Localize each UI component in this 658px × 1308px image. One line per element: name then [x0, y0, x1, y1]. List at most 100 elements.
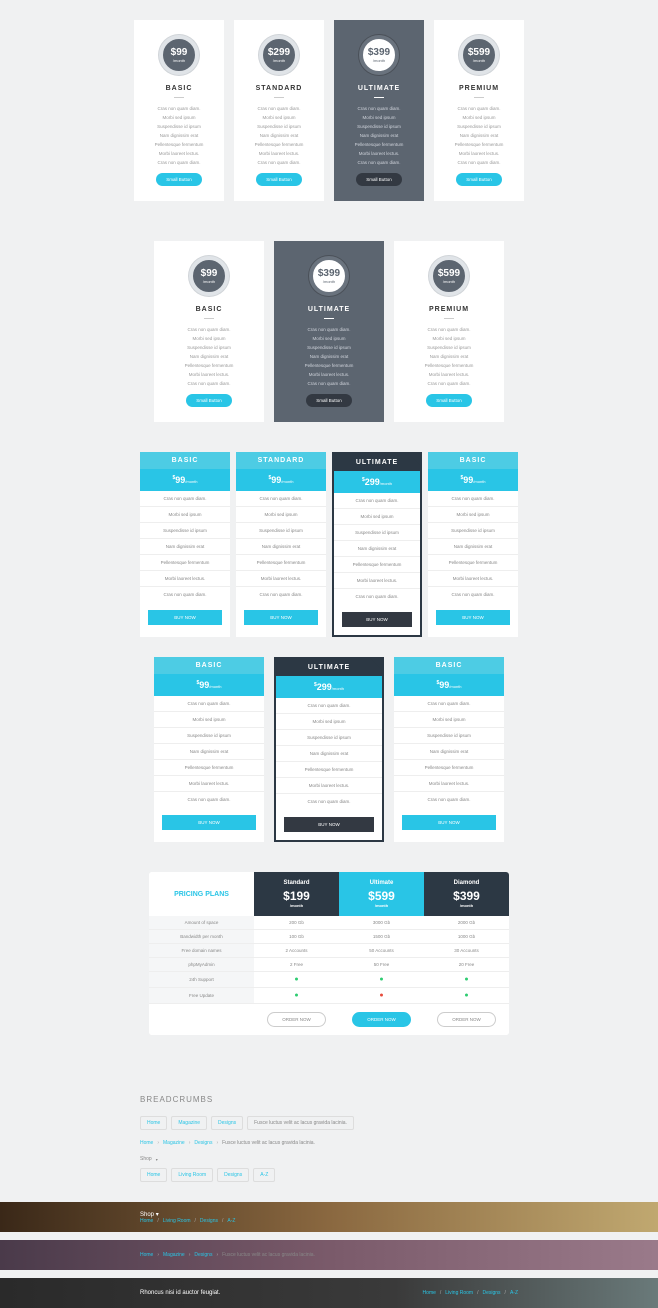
hero-label: Shop ▾	[140, 1211, 159, 1218]
small-button[interactable]: Small Button	[456, 173, 502, 186]
buy-button[interactable]: BUY NOW	[342, 612, 412, 627]
feature-item: Suspendisse id ipsum	[276, 730, 382, 746]
small-button[interactable]: Small Button	[256, 173, 302, 186]
breadcrumb-item[interactable]: Magazine	[163, 1252, 185, 1258]
feature-value: ●	[254, 972, 339, 988]
pricing-table: PRICING PLANS Standard$199/month Ultimat…	[149, 872, 509, 1035]
breadcrumb-label: Shop	[140, 1156, 152, 1162]
price: $99	[193, 268, 225, 279]
breadcrumb-item[interactable]: Designs	[211, 1116, 243, 1130]
buy-button[interactable]: BUY NOW	[436, 610, 510, 625]
feature-item: Morbi sed ipsum	[242, 115, 316, 120]
feature-item: Pellentesque fermentum	[142, 142, 216, 147]
feature-item: Cras non quam diam.	[428, 587, 518, 602]
price-bar: $99/month	[236, 469, 326, 491]
feature-item: Morbi sed ipsum	[282, 336, 376, 341]
breadcrumb-item[interactable]: Home	[423, 1290, 436, 1296]
breadcrumb-item[interactable]: A-Z	[510, 1290, 518, 1296]
breadcrumb-item[interactable]: Home	[140, 1168, 167, 1182]
feature-item: Cras non quam diam.	[442, 160, 516, 165]
breadcrumb-item[interactable]: Magazine	[171, 1116, 207, 1130]
pricing-card: ULTIMATE $299/month Cras non quam diam.M…	[274, 657, 384, 842]
chevron-icon: /	[440, 1290, 441, 1296]
breadcrumb-item[interactable]: Designs	[194, 1252, 212, 1258]
breadcrumb-item[interactable]: Living Room	[163, 1218, 191, 1224]
feature-item: Suspendisse id ipsum	[242, 124, 316, 129]
hero-text: Rhoncus nisi id auctor feugiat.	[140, 1290, 220, 1296]
pricing-card: $99 /month BASIC Cras non quam diam.Morb…	[154, 241, 264, 422]
plan-name: PREMIUM	[402, 306, 496, 313]
small-button[interactable]: Small Button	[306, 394, 352, 407]
feature-item: Morbi sed ipsum	[154, 712, 264, 728]
plan-header: Diamond$399/month	[424, 872, 509, 916]
feature-item: Morbi sed ipsum	[394, 712, 504, 728]
breadcrumb-item[interactable]: Magazine	[163, 1140, 185, 1146]
breadcrumb-item[interactable]: Designs	[217, 1168, 249, 1182]
pricing-card: $599 /month PREMIUM Cras non quam diam.M…	[394, 241, 504, 422]
feature-value: ●	[424, 972, 509, 988]
feature-item: Cras non quam diam.	[142, 160, 216, 165]
plan-name: BASIC	[142, 85, 216, 92]
breadcrumb-item[interactable]: A-Z	[253, 1168, 275, 1182]
price-badge: $399 /month	[359, 35, 399, 75]
feature-item: Suspendisse id ipsum	[334, 525, 420, 541]
breadcrumb-item[interactable]: Home	[140, 1252, 153, 1258]
order-button[interactable]: ORDER NOW	[352, 1012, 411, 1027]
breadcrumb-item[interactable]: Living Room	[445, 1290, 473, 1296]
buy-button[interactable]: BUY NOW	[402, 815, 496, 830]
plan-name: BASIC	[154, 657, 264, 674]
divider	[444, 318, 454, 319]
breadcrumb-item[interactable]: Home	[140, 1140, 153, 1146]
breadcrumb-item[interactable]: Designs	[482, 1290, 500, 1296]
buy-button[interactable]: BUY NOW	[162, 815, 256, 830]
divider	[474, 97, 484, 98]
small-button[interactable]: Small Button	[186, 394, 232, 407]
price-bar: $299/month	[276, 676, 382, 698]
feature-item: Nam dignissim erat	[162, 354, 256, 359]
check-icon: ●	[464, 976, 468, 983]
feature-item: Morbi laoreet lectus.	[236, 571, 326, 587]
chevron-icon: ›	[157, 1140, 159, 1146]
ribbon-icon	[403, 453, 421, 471]
chevron-icon: /	[195, 1218, 196, 1224]
small-button[interactable]: Small Button	[356, 173, 402, 186]
feature-label: Amount of space	[149, 916, 254, 930]
feature-item: Morbi sed ipsum	[140, 507, 230, 523]
hero-breadcrumb: Rhoncus nisi id auctor feugiat. Home / L…	[0, 1278, 658, 1308]
breadcrumb-item[interactable]: Home	[140, 1218, 153, 1224]
feature-item: Morbi sed ipsum	[162, 336, 256, 341]
feature-value: 50 Accounts	[339, 944, 424, 958]
divider	[374, 97, 384, 98]
feature-item: Cras non quam diam.	[342, 106, 416, 111]
feature-value: 2 Free	[254, 958, 339, 972]
breadcrumb-item[interactable]: Living Room	[171, 1168, 213, 1182]
plan-name: BASIC	[394, 657, 504, 674]
hero-breadcrumb: Home › Magazine › Designs › Fusce luctus…	[0, 1240, 658, 1270]
small-button[interactable]: Small Button	[426, 394, 472, 407]
order-button[interactable]: ORDER NOW	[437, 1012, 496, 1027]
price: $599	[433, 268, 465, 279]
buy-button[interactable]: BUY NOW	[244, 610, 318, 625]
pricing-card: STANDARD $99/month Cras non quam diam.Mo…	[236, 452, 326, 637]
plan-name: BASIC	[162, 306, 256, 313]
feature-item: Cras non quam diam.	[142, 106, 216, 111]
breadcrumb-item[interactable]: Designs	[194, 1140, 212, 1146]
price-badge: $299 /month	[259, 35, 299, 75]
breadcrumb-item[interactable]: Designs	[200, 1218, 218, 1224]
feature-item: Pellentesque fermentum	[394, 760, 504, 776]
feature-item: Morbi sed ipsum	[442, 115, 516, 120]
feature-item: Pellentesque fermentum	[442, 142, 516, 147]
check-icon: ●	[464, 992, 468, 999]
feature-item: Cras non quam diam.	[394, 696, 504, 712]
price-badge: $99 /month	[189, 256, 229, 296]
breadcrumb-current: Fusce luctus velit ac lacus gravida laci…	[247, 1116, 354, 1130]
divider	[274, 97, 284, 98]
small-button[interactable]: Small Button	[156, 173, 202, 186]
order-button[interactable]: ORDER NOW	[267, 1012, 326, 1027]
breadcrumb-item[interactable]: A-Z	[227, 1218, 235, 1224]
buy-button[interactable]: BUY NOW	[284, 817, 374, 832]
buy-button[interactable]: BUY NOW	[148, 610, 222, 625]
plan-name: STANDARD	[236, 452, 326, 469]
plan-name: ULTIMATE	[342, 85, 416, 92]
breadcrumb-item[interactable]: Home	[140, 1116, 167, 1130]
